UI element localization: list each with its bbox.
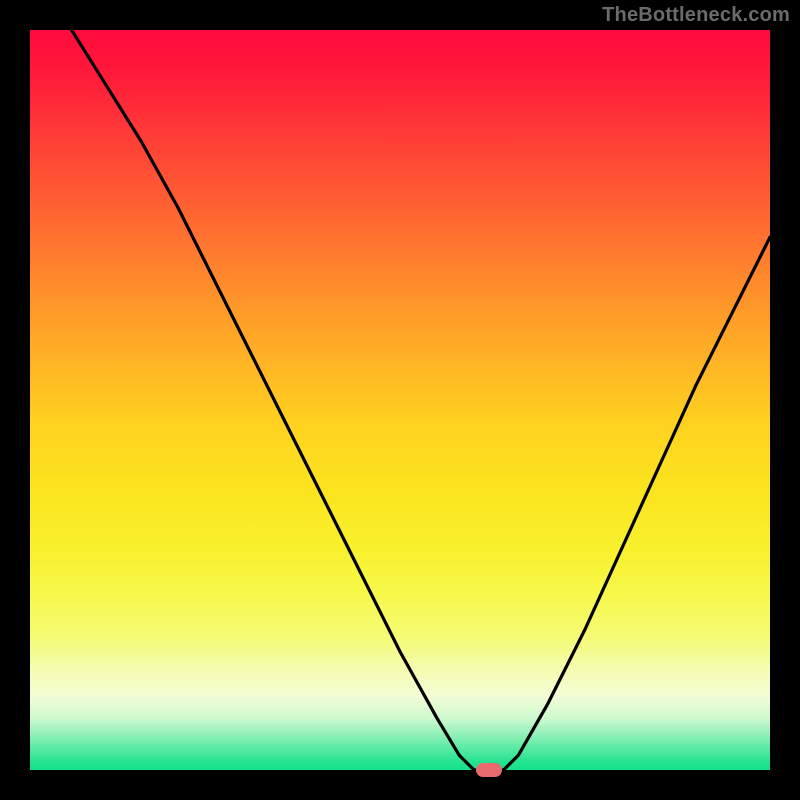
watermark-text: TheBottleneck.com xyxy=(602,4,790,27)
plot-area xyxy=(30,30,770,770)
bottleneck-curve xyxy=(30,30,770,770)
chart-frame: TheBottleneck.com xyxy=(0,0,800,800)
optimal-point-marker xyxy=(476,763,502,777)
